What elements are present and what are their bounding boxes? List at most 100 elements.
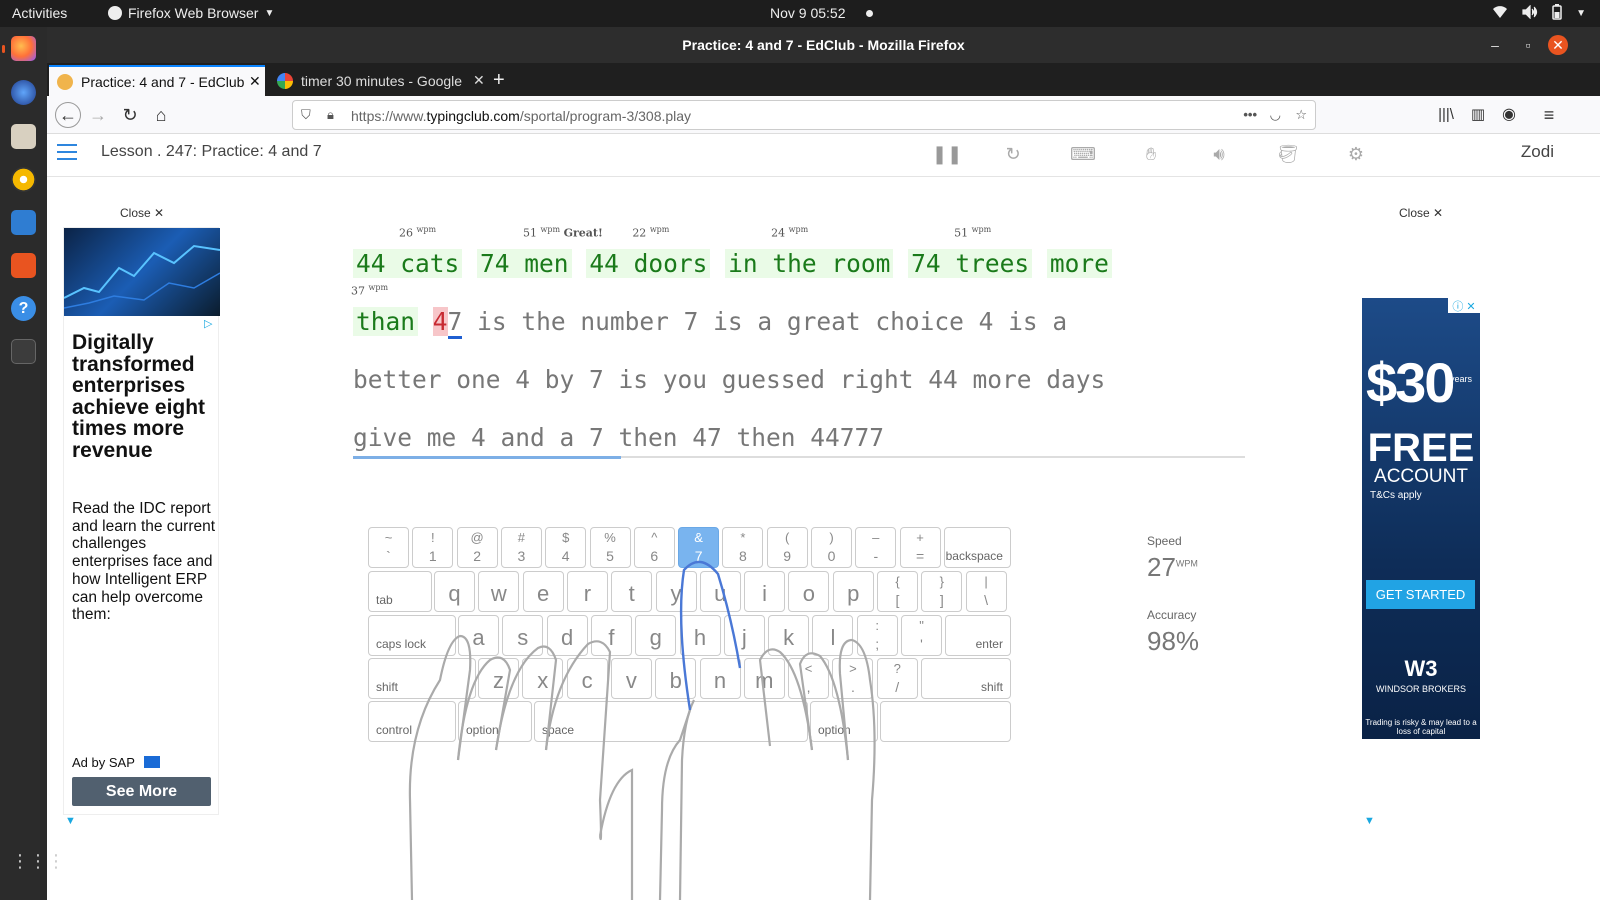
key-h[interactable]: h bbox=[679, 615, 721, 656]
key-enter[interactable]: enter bbox=[945, 615, 1011, 656]
bookmark-star-icon[interactable]: ☆ bbox=[1295, 107, 1307, 123]
clock[interactable]: Nov 9 05:52 bbox=[770, 5, 846, 21]
key-m[interactable]: m bbox=[743, 658, 785, 699]
key-w[interactable]: w bbox=[478, 571, 520, 612]
key-e[interactable]: e bbox=[522, 571, 564, 612]
key-shift-left[interactable]: shift bbox=[368, 658, 476, 699]
pause-icon[interactable]: ❚❚ bbox=[932, 144, 962, 166]
key-`[interactable]: ~ ` bbox=[368, 527, 409, 568]
rhythmbox-icon[interactable] bbox=[11, 167, 36, 192]
maximize-button[interactable]: ▫ bbox=[1518, 35, 1538, 55]
url-bar[interactable]: ⛉ 🔒︎ https://www.typingclub.com/sportal/… bbox=[292, 100, 1316, 130]
software-center-icon[interactable] bbox=[11, 253, 36, 278]
library-icon[interactable]: |||\ bbox=[1435, 104, 1457, 126]
key-g[interactable]: g bbox=[635, 615, 677, 656]
home-button[interactable]: ⌂ bbox=[150, 104, 172, 126]
key-3[interactable]: #3 bbox=[500, 527, 542, 568]
key-p[interactable]: p bbox=[832, 571, 874, 612]
right-ad[interactable]: ⓘ ✕ $30 years FREE ACCOUNT T&Cs apply GE… bbox=[1362, 298, 1480, 739]
new-tab-button[interactable]: + bbox=[493, 69, 505, 92]
menu-icon[interactable]: ≡ bbox=[1538, 104, 1560, 126]
key-5[interactable]: % 5 bbox=[589, 527, 631, 568]
key-backspace[interactable]: backspace bbox=[943, 527, 1011, 568]
writer-icon[interactable] bbox=[11, 210, 36, 235]
key-=[interactable]: + = bbox=[899, 527, 941, 568]
forward-button[interactable]: → bbox=[87, 104, 109, 126]
key-n[interactable]: n bbox=[699, 658, 741, 699]
key-bracket-1[interactable]: }] bbox=[921, 571, 963, 612]
key--[interactable]: – - bbox=[855, 527, 897, 568]
key-l[interactable]: l bbox=[812, 615, 854, 656]
more-actions-icon[interactable]: ••• bbox=[1243, 107, 1257, 122]
activities-button[interactable]: Activities bbox=[12, 5, 67, 21]
see-more-button[interactable]: See More bbox=[72, 777, 211, 806]
keyboard-icon[interactable]: ⌨ bbox=[1070, 144, 1096, 166]
key-0[interactable]: ) 0 bbox=[811, 527, 852, 568]
help-icon[interactable]: ? bbox=[11, 296, 36, 321]
adchoices-icon[interactable]: ▷ bbox=[204, 317, 212, 330]
key-b[interactable]: b bbox=[655, 658, 697, 699]
key-q[interactable]: q bbox=[434, 571, 475, 612]
key-r[interactable]: r bbox=[566, 571, 608, 612]
restart-icon[interactable]: ↻ bbox=[1001, 144, 1025, 166]
close-tab-icon[interactable]: ✕ bbox=[473, 72, 485, 89]
files-icon[interactable] bbox=[11, 124, 36, 149]
settings-gear-icon[interactable]: ⚙ bbox=[1344, 144, 1368, 166]
show-applications-icon[interactable]: ⋮⋮⋮ bbox=[11, 849, 65, 874]
key-9[interactable]: (9 bbox=[766, 527, 808, 568]
left-ad[interactable]: ▷ Digitally transformed enterprises achi… bbox=[63, 227, 220, 815]
key-blank[interactable] bbox=[880, 701, 1011, 742]
key-v[interactable]: v bbox=[610, 658, 652, 699]
user-name[interactable]: Zodi bbox=[1521, 142, 1554, 162]
close-tab-icon[interactable]: ✕ bbox=[249, 73, 261, 90]
key-caps-lock[interactable]: caps lock bbox=[368, 615, 456, 656]
reload-button[interactable]: ↻ bbox=[119, 104, 141, 126]
key-option-right[interactable]: option bbox=[810, 701, 878, 742]
left-ad-close-button[interactable]: Close ✕ bbox=[120, 206, 164, 220]
sound-icon[interactable]: 🔊︎ bbox=[1207, 144, 1231, 166]
key-2[interactable]: @2 bbox=[456, 527, 498, 568]
pocket-icon[interactable]: ◡ bbox=[1270, 107, 1281, 123]
key-o[interactable]: o bbox=[788, 571, 830, 612]
key-z[interactable]: z bbox=[478, 658, 519, 699]
key-8[interactable]: * 8 bbox=[722, 527, 764, 568]
key-punct-1[interactable]: " ' bbox=[901, 615, 942, 656]
key-bracket-2[interactable]: | \ bbox=[965, 571, 1007, 612]
hand-icon[interactable]: ✋︎ bbox=[1139, 144, 1163, 166]
key-x[interactable]: x bbox=[522, 658, 564, 699]
key-7[interactable]: & 7 bbox=[678, 527, 720, 568]
key-a[interactable]: a bbox=[458, 615, 499, 656]
system-tray[interactable]: ▼ bbox=[1492, 4, 1586, 23]
key-punct-0[interactable]: :; bbox=[856, 615, 898, 656]
key-bracket-0[interactable]: {[ bbox=[877, 571, 918, 612]
key-1[interactable]: ! 1 bbox=[412, 527, 454, 568]
tab-timer[interactable]: timer 30 minutes - Google ✕ bbox=[269, 65, 487, 96]
sidebar-icon[interactable]: ▥ bbox=[1467, 104, 1489, 126]
key-d[interactable]: d bbox=[546, 615, 588, 656]
account-icon[interactable]: ◉ bbox=[1498, 104, 1520, 126]
right-ad-close-button[interactable]: Close ✕ bbox=[1399, 206, 1443, 220]
key-6[interactable]: ^ 6 bbox=[633, 527, 675, 568]
key-4[interactable]: $4 bbox=[545, 527, 587, 568]
key-shift-right[interactable]: shift bbox=[921, 658, 1011, 699]
key-t[interactable]: t bbox=[611, 571, 653, 612]
system-monitor-icon[interactable] bbox=[11, 339, 36, 364]
thunderbird-icon[interactable] bbox=[11, 80, 36, 105]
key-f[interactable]: f bbox=[590, 615, 632, 656]
menu-icon[interactable] bbox=[57, 144, 77, 160]
key-space[interactable]: space bbox=[534, 701, 808, 742]
app-menu[interactable]: Firefox Web Browser ▼ bbox=[108, 5, 274, 21]
key-y[interactable]: y bbox=[655, 571, 697, 612]
shield-icon[interactable]: ⛉ bbox=[301, 107, 311, 123]
key-s[interactable]: s bbox=[502, 615, 544, 656]
key-punct-row4-0[interactable]: <, bbox=[788, 658, 830, 699]
adchoices-icon[interactable]: ▼ bbox=[1364, 815, 1375, 827]
get-started-button[interactable]: GET STARTED bbox=[1366, 580, 1475, 609]
key-u[interactable]: u bbox=[699, 571, 741, 612]
lock-icon[interactable]: 🔒︎ bbox=[327, 107, 334, 123]
key-c[interactable]: c bbox=[566, 658, 608, 699]
minimize-button[interactable]: – bbox=[1485, 35, 1505, 55]
key-control[interactable]: control bbox=[368, 701, 456, 742]
key-option-left[interactable]: option bbox=[458, 701, 532, 742]
close-window-button[interactable]: ✕ bbox=[1548, 35, 1568, 55]
